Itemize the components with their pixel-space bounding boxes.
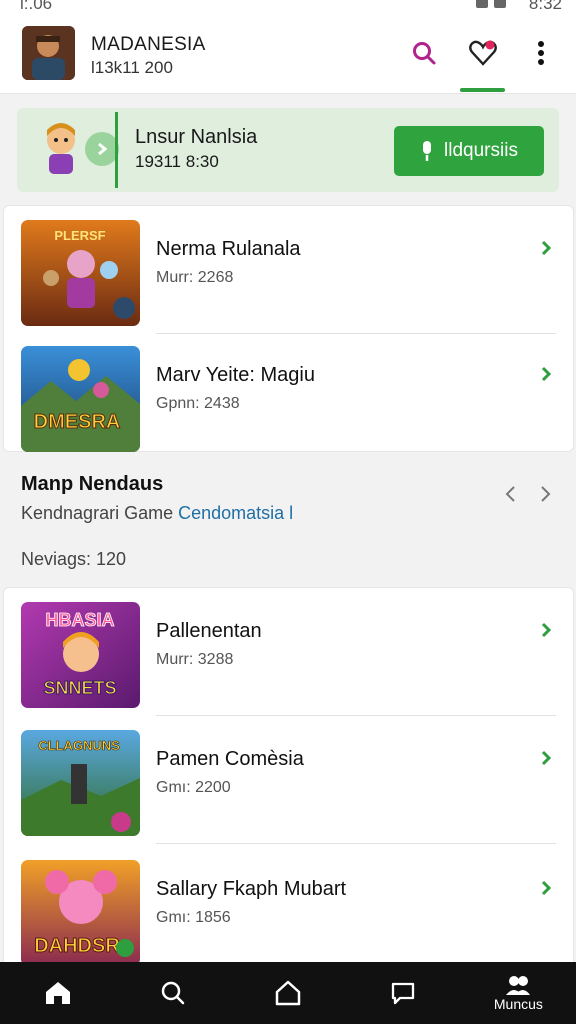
previous-button[interactable] xyxy=(498,481,524,507)
banner-divider xyxy=(115,112,118,188)
game-title: Sallary Fkaph Mubart xyxy=(156,878,347,900)
list-item[interactable]: PLERSF Nerma Rulanala Murr: 2268 xyxy=(4,206,575,334)
app-title: MADANESIA xyxy=(91,34,206,55)
game-meta: Gpnn: 2438 xyxy=(156,395,240,412)
status-bar: l:.06 8:32 xyxy=(0,0,576,14)
status-time-left: l:.06 xyxy=(20,0,53,13)
home-icon xyxy=(45,982,70,1004)
divider xyxy=(156,843,556,844)
game-meta: Murr: 2268 xyxy=(156,269,234,286)
banner-action-button[interactable]: lldqursiis xyxy=(394,126,544,176)
heart-check-icon xyxy=(469,40,497,66)
chevron-right-icon[interactable] xyxy=(536,364,556,384)
app-header: MADANESIA l13k11 200 xyxy=(0,14,576,94)
bottom-navigation: Muncus xyxy=(0,962,576,1024)
more-vert-icon xyxy=(538,41,544,65)
nav-search[interactable] xyxy=(115,962,230,1024)
chevron-right-icon[interactable] xyxy=(536,748,556,768)
game-list-bottom: HBASIA SNNETS Pallenentan Murr: 3288 CLL… xyxy=(3,587,574,967)
game-thumbnail: HBASIA SNNETS xyxy=(21,602,140,708)
section-link[interactable]: Cendomatsia l xyxy=(178,503,293,523)
banner-title: Lnsur Nanlsia xyxy=(135,126,258,148)
chevron-left-icon xyxy=(505,486,515,502)
banner-action-label: lldqursiis xyxy=(444,140,518,161)
status-time-right: 8:32 xyxy=(528,0,562,13)
nav-messages[interactable] xyxy=(346,962,461,1024)
game-list-top: PLERSF Nerma Rulanala Murr: 2268 DMESRA … xyxy=(3,205,574,452)
game-thumbnail: CLLAGNUNS xyxy=(21,730,140,836)
svg-text:DAHDSR: DAHDSR xyxy=(34,935,120,957)
signal-icon xyxy=(476,0,488,8)
svg-text:HBASIA: HBASIA xyxy=(45,610,114,630)
game-meta: Gmı: 1856 xyxy=(156,909,231,926)
chevron-right-icon[interactable] xyxy=(536,238,556,258)
favorites-button[interactable] xyxy=(466,36,500,70)
game-thumbnail: DAHDSR xyxy=(21,860,140,966)
character-icon xyxy=(47,123,75,174)
section-subtitle-text: Kendnagrari Game xyxy=(21,503,174,523)
people-icon xyxy=(506,975,531,995)
nav-library[interactable] xyxy=(230,962,345,1024)
game-meta: Gmı: 2200 xyxy=(156,779,231,796)
game-title: Nerma Rulanala xyxy=(156,238,301,260)
list-item[interactable]: DMESRA Marv Yeite: Magiu Gpnn: 2438 xyxy=(4,332,575,460)
section-count: Neviags: 120 xyxy=(21,549,127,569)
chat-icon xyxy=(392,982,415,1005)
list-item[interactable]: HBASIA SNNETS Pallenentan Murr: 3288 xyxy=(4,588,575,716)
search-icon xyxy=(413,42,436,65)
game-title: Pamen Comèsia xyxy=(156,748,304,770)
section-title: Manp Nendaus xyxy=(21,473,164,495)
app-subtitle: l13k11 200 xyxy=(91,58,173,77)
mic-icon xyxy=(423,141,432,161)
chevron-right-icon xyxy=(98,142,108,156)
featured-banner[interactable]: Lnsur Nanlsia 19311 8:30 lldqursiis xyxy=(17,108,559,192)
nav-home[interactable] xyxy=(0,962,115,1024)
nav-community[interactable]: Muncus xyxy=(461,962,576,1024)
section-header: Manp Nendaus Kendnagrari Game Cendomatsi… xyxy=(0,455,576,585)
banner-subtitle: 19311 8:30 xyxy=(135,152,219,171)
list-item[interactable]: DAHDSR Sallary Fkaph Mubart Gmı: 1856 xyxy=(4,846,575,974)
more-options-button[interactable] xyxy=(524,36,558,70)
active-tab-indicator xyxy=(460,88,505,92)
svg-text:SNNETS: SNNETS xyxy=(43,678,116,698)
svg-text:PLERSF: PLERSF xyxy=(54,228,105,243)
game-meta: Murr: 3288 xyxy=(156,651,234,668)
status-icons xyxy=(476,0,506,8)
search-button[interactable] xyxy=(407,36,441,70)
section-subtitle: Kendnagrari Game Cendomatsia l xyxy=(21,503,293,524)
chevron-right-icon[interactable] xyxy=(536,878,556,898)
chevron-right-icon[interactable] xyxy=(536,620,556,640)
svg-text:CLLAGNUNS: CLLAGNUNS xyxy=(38,738,120,753)
game-thumbnail: PLERSF xyxy=(21,220,140,326)
avatar[interactable] xyxy=(22,26,75,80)
game-title: Pallenentan xyxy=(156,620,262,642)
battery-icon xyxy=(494,0,506,8)
svg-text:DMESRA: DMESRA xyxy=(34,411,121,433)
house-outline-icon xyxy=(275,980,301,1006)
game-title: Marv Yeite: Magiu xyxy=(156,364,315,386)
play-button[interactable] xyxy=(85,132,119,166)
list-item[interactable]: CLLAGNUNS Pamen Comèsia Gmı: 2200 xyxy=(4,716,575,844)
search-icon xyxy=(161,981,185,1005)
next-button[interactable] xyxy=(532,481,558,507)
chevron-right-icon xyxy=(541,486,551,502)
game-thumbnail: DMESRA xyxy=(21,346,140,452)
nav-community-label: Muncus xyxy=(493,995,543,1012)
